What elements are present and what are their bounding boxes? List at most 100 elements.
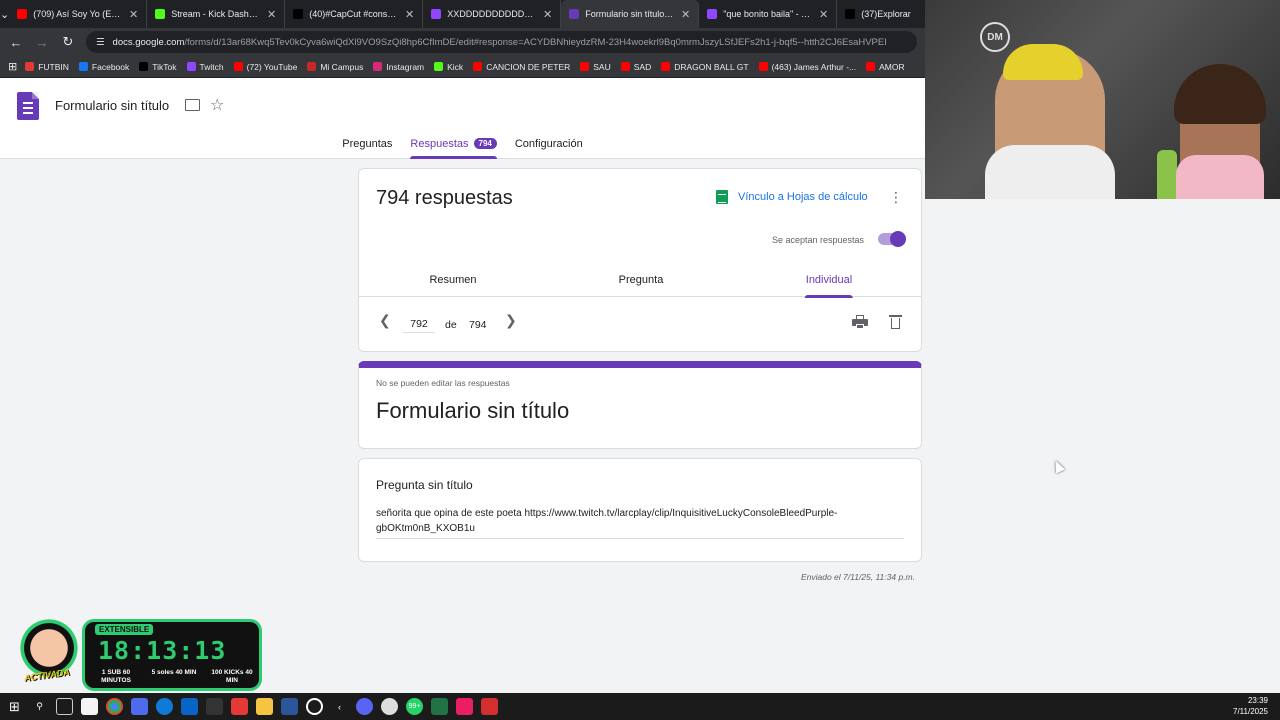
accepting-responses-label: Se aceptan respuestas [772, 235, 865, 245]
reload-icon[interactable]: ↻ [60, 34, 76, 50]
close-tab-icon[interactable]: ✕ [129, 8, 138, 21]
extensible-badge: EXTENSIBLE [95, 624, 154, 635]
bookmark-item[interactable]: FUTBIN [25, 62, 69, 72]
channel-logo: DM [980, 22, 1010, 52]
clock-time: 23:39 [1247, 696, 1268, 705]
bookmark-item[interactable]: Instagram [373, 62, 424, 72]
close-tab-icon[interactable]: ✕ [681, 8, 690, 21]
mail-icon[interactable] [181, 698, 198, 715]
copilot-icon[interactable] [131, 698, 148, 715]
kick-icon[interactable]: ‹ [331, 698, 348, 715]
responses-count-heading: 794 respuestas [376, 187, 513, 209]
tab-favicon-icon [155, 9, 166, 19]
bookmark-favicon-icon [139, 62, 149, 71]
response-index-input[interactable]: 792 [403, 318, 435, 333]
tab-question[interactable]: Pregunta [619, 274, 664, 286]
delete-icon[interactable] [889, 315, 902, 329]
browser-tab[interactable]: (40)#CapCut #consejo #a ✕ [285, 0, 424, 28]
bookmark-item[interactable]: SAD [620, 62, 651, 72]
whatsapp-icon[interactable]: 99+ [406, 698, 423, 715]
close-tab-icon[interactable]: ✕ [267, 8, 276, 21]
address-bar-row: ← → ↻ ☰ docs.google.com/forms/d/13ar68Kw… [0, 28, 925, 56]
browser-tab[interactable]: Formulario sin título - For ✕ [561, 0, 700, 28]
document-title[interactable]: Formulario sin título [55, 98, 169, 113]
bookmark-favicon-icon [434, 62, 444, 71]
print-icon[interactable] [852, 315, 868, 329]
store-icon[interactable] [81, 698, 98, 715]
tab-favicon-icon [293, 9, 304, 19]
tab-favicon-icon [431, 9, 442, 19]
star-icon[interactable]: ☆ [210, 95, 224, 115]
bookmark-item[interactable]: SAU [580, 62, 611, 72]
bookmark-favicon-icon [580, 62, 590, 71]
bookmark-item[interactable]: Facebook [78, 62, 129, 72]
tab-individual[interactable]: Individual [804, 274, 854, 298]
onenote-icon[interactable] [456, 698, 473, 715]
browser-tab-bar: ⌄ (709) Así Soy Yo (En V ✕ Stream - Kick D… [0, 0, 976, 28]
capcut-icon[interactable] [231, 698, 248, 715]
discord-icon[interactable] [356, 698, 373, 715]
pager-of-label: de [445, 319, 457, 331]
url-input[interactable]: ☰ docs.google.com/forms/d/13ar68Kwq5Tev0… [86, 31, 917, 53]
bookmark-item[interactable]: Mi Campus [307, 62, 363, 72]
browser-tab[interactable]: (709) Así Soy Yo (En V ✕ [9, 0, 148, 28]
bookmark-item[interactable]: Kick [434, 62, 463, 72]
form-title-card: No se pueden editar las respuestas Formu… [358, 361, 922, 449]
word-icon[interactable] [281, 698, 298, 715]
bookmark-item[interactable]: AMOR [866, 62, 905, 72]
bookmark-item[interactable]: CANCION DE PETER [473, 62, 570, 72]
browser-tab[interactable]: Stream - Kick Dashboard ✕ [147, 0, 286, 28]
start-icon[interactable]: ⊞ [6, 698, 23, 715]
bookmark-favicon-icon [233, 62, 243, 71]
next-response-icon[interactable]: ❯ [505, 312, 517, 329]
close-tab-icon[interactable]: ✕ [819, 8, 828, 21]
bookmark-item[interactable]: Twitch [186, 61, 224, 72]
browser-tab[interactable]: "que bonito baila" - Twitc ✕ [699, 0, 838, 28]
site-info-icon[interactable]: ☰ [96, 37, 105, 48]
app2-icon[interactable] [381, 698, 398, 715]
edge-icon[interactable] [156, 698, 173, 715]
pager-total: 794 [469, 319, 487, 331]
search-icon[interactable]: ⚲ [31, 698, 48, 715]
tab-responses[interactable]: Respuestas 794 [410, 136, 498, 159]
tab-settings-label: Configuración [514, 138, 583, 150]
chrome-icon[interactable] [106, 698, 123, 715]
taskbar: ⊞ ⚲ ‹ 99+ 23:39 7/11/2025 [0, 693, 1280, 720]
back-icon[interactable]: ← [8, 35, 24, 50]
forward-icon[interactable]: → [34, 35, 50, 50]
tab-questions[interactable]: Preguntas [342, 136, 392, 159]
system-clock[interactable]: 23:39 7/11/2025 [1233, 695, 1268, 717]
tab-title: "que bonito baila" - Twitc [723, 9, 813, 19]
sheets-icon [716, 190, 728, 204]
mascot-icon [6, 612, 92, 692]
folder-icon[interactable] [185, 99, 200, 111]
tab-title: (709) Así Soy Yo (En V [33, 9, 123, 19]
tab-settings[interactable]: Configuración [515, 136, 583, 159]
google-forms-logo-icon[interactable] [17, 92, 39, 120]
previous-response-icon[interactable]: ❮ [379, 312, 391, 329]
acrobat-icon[interactable] [481, 698, 498, 715]
responses-summary-card: 794 respuestas Vínculo a Hojas de cálcul… [358, 168, 922, 352]
app-icon[interactable] [206, 698, 223, 715]
bookmark-label: Twitch [199, 61, 224, 72]
file-explorer-icon[interactable] [256, 698, 273, 715]
accepting-responses-toggle[interactable] [878, 231, 906, 247]
close-tab-icon[interactable]: ✕ [543, 8, 552, 21]
close-tab-icon[interactable]: ✕ [405, 8, 414, 21]
obs-icon[interactable] [306, 698, 323, 715]
calculator-icon[interactable] [431, 698, 448, 715]
browser-tab[interactable]: XXDDDDDDDDDDDDDDD ✕ [423, 0, 562, 28]
more-options-icon[interactable]: ⋮ [889, 189, 903, 206]
link-to-sheets-button[interactable]: Vínculo a Hojas de cálculo [716, 190, 868, 204]
bookmark-item[interactable]: (72) YouTube [233, 62, 297, 72]
bookmark-item[interactable]: DRAGON BALL GT [661, 62, 749, 72]
apps-grid-icon[interactable]: ⊞ [8, 60, 17, 73]
rule-kicks: 100 KICKs 40 MIN [211, 669, 253, 684]
bookmark-favicon-icon [661, 62, 671, 71]
tab-search-button[interactable]: ⌄ [0, 0, 9, 28]
bookmark-item[interactable]: TikTok [139, 62, 177, 72]
tab-favicon-icon [569, 9, 580, 19]
bookmark-item[interactable]: (463) James Arthur -... [758, 62, 856, 72]
task-view-icon[interactable] [56, 698, 73, 715]
tab-summary[interactable]: Resumen [429, 274, 476, 286]
